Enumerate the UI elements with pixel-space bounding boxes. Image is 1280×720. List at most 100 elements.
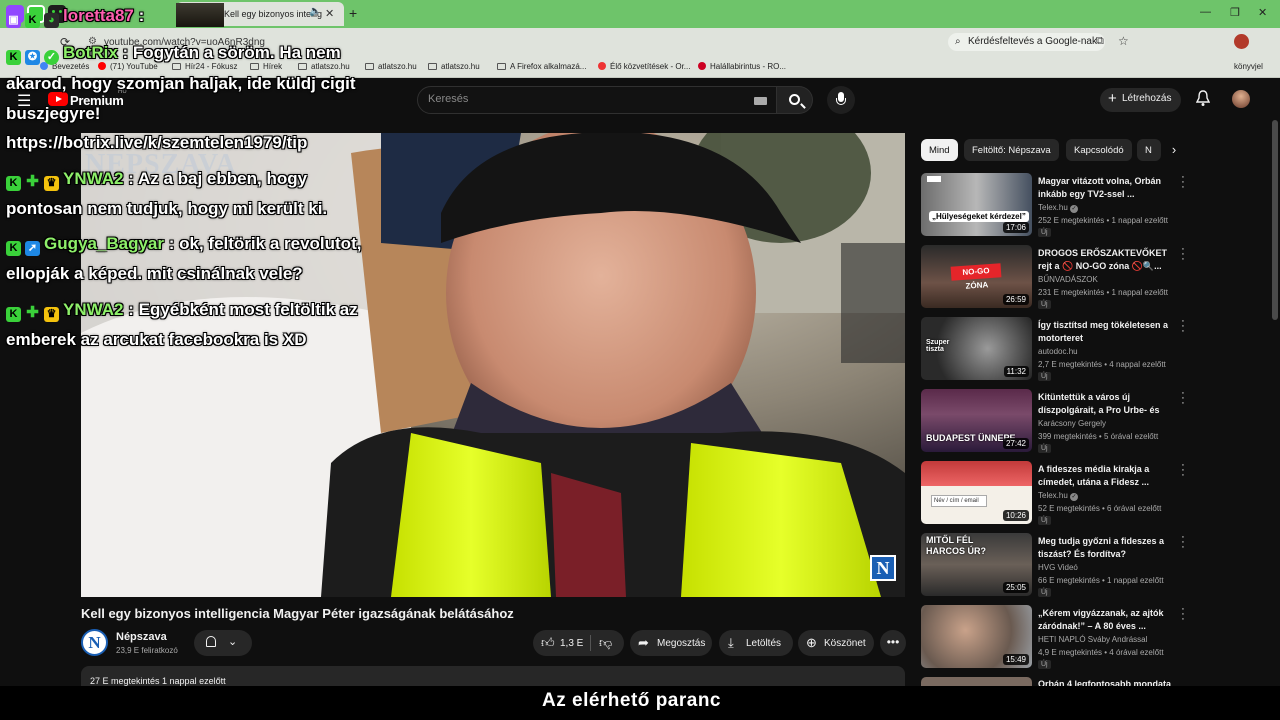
page-scrollbar[interactable] [1272,120,1278,320]
chat-text: buszjegyre! [6,104,101,123]
views-and-date: 27 E megtekintés 1 nappal ezelőtt [90,676,226,686]
rec-title[interactable]: Kitüntettük a város új díszpolgárait, a … [1038,391,1173,417]
thumbs-down-icon[interactable]: 👎︎ [599,635,612,651]
chat-username: YNWA2 [63,169,124,188]
chip-related[interactable]: Kapcsolódó [1066,139,1132,161]
minimize-icon[interactable]: — [1200,6,1211,18]
recommendation-item[interactable]: 15:49 „Kérem vigyázzanak, az ajtók záród… [921,604,1185,673]
rec-title[interactable]: DROGOS ERŐSZAKTEVŐKET rejt a 🚫 NO-GO zón… [1038,247,1173,272]
download-button[interactable]: ⤓ Letöltés [719,630,793,656]
create-button[interactable]: + Létrehozás [1100,88,1182,112]
recommendation-item[interactable]: MITŐL FÉL HARCOS ÚR? 25:05 Meg tudja győ… [921,532,1185,601]
voice-search-button[interactable] [827,86,855,114]
search-button[interactable] [777,86,813,114]
subscribed-bell-button[interactable]: ⌄ [194,630,252,656]
more-vert-icon[interactable]: ··· [1179,679,1181,686]
more-vert-icon[interactable]: ··· [1179,244,1187,265]
channel-avatar[interactable]: N [81,629,108,656]
bookmark-item[interactable]: Élő közvetítések - Or... [598,62,690,71]
bookmark-item[interactable]: Halállabirintus - RO... [698,62,786,71]
rec-title[interactable]: Magyar vitázott volna, Orbán inkább egy … [1038,175,1173,200]
rec-channel[interactable]: autodoc.hu [1038,347,1078,356]
more-actions-icon[interactable]: ••• [880,630,906,656]
star-bookmark-icon[interactable]: ☆ [1118,34,1129,48]
recommendation-item[interactable]: NO-GO ZÓNA 26:59 DROGOS ERŐSZAKTEVŐKET r… [921,244,1185,313]
video-duration: 15:49 [1002,654,1029,665]
chip-uploader[interactable]: Feltöltő: Népszava [964,139,1059,161]
verified-icon: ✓ [1070,205,1079,213]
recommendation-item[interactable]: Orbán 4 legfontosabb mondata ··· [921,677,1181,686]
share-button[interactable]: ➦ Megosztás [630,630,712,656]
video-thumbnail[interactable]: „Hülyeségeket kérdezel” 17:06 [921,173,1032,236]
install-app-icon[interactable]: ⧉ [1096,35,1104,48]
chat-link[interactable]: https://botrix.live/k/szemtelen1979/tip [6,133,307,153]
download-label: Letöltés [746,638,782,649]
kick-badge-icon: K [6,241,21,256]
video-thumbnail[interactable]: Szuper tiszta 11:32 [921,317,1032,380]
video-thumbnail[interactable]: NO-GO ZÓNA 26:59 [921,245,1032,308]
rec-title[interactable]: A fideszes média kirakja a címedet, után… [1038,463,1173,488]
chip-more[interactable]: N [1137,139,1161,161]
notifications-bell-icon[interactable] [1196,89,1210,107]
search-input[interactable] [428,93,748,105]
channel-name[interactable]: Népszava [116,631,167,643]
new-badge: Új [1038,660,1051,669]
more-vert-icon[interactable]: ··· [1179,388,1187,409]
video-thumbnail[interactable]: MITŐL FÉL HARCOS ÚR? 25:05 [921,533,1032,596]
recommendation-item[interactable]: „Hülyeségeket kérdezel” 17:06 Magyar vit… [921,172,1185,241]
chip-all[interactable]: Mind [921,139,958,161]
video-thumbnail[interactable]: Név / cím / email 10:26 [921,461,1032,524]
keyboard-icon[interactable] [754,97,767,105]
like-count[interactable]: 1,3 E [560,638,583,649]
share-icon: ➦ [638,635,649,650]
rec-title[interactable]: Meg tudja győzni a fideszes a tiszást? É… [1038,535,1173,560]
rec-title[interactable]: Így tisztítsd meg tökéletesen a motorter… [1038,319,1173,344]
verified-badge-icon: ✓ [44,50,59,65]
rec-channel[interactable]: HETI NAPLÓ Sváby Andrással [1038,635,1147,644]
chat-separator: : [138,6,145,25]
rec-channel[interactable]: Telex.hu ✓ [1038,203,1079,213]
more-vert-icon[interactable]: ··· [1179,532,1187,553]
user-avatar[interactable] [1232,90,1250,108]
video-thumbnail[interactable] [921,677,1032,686]
chat-text: ok, feltörik a revolutot, [179,234,362,253]
browser-profile-avatar[interactable] [1234,34,1249,49]
maximize-icon[interactable]: ❐ [1230,6,1240,19]
subscriber-count: 23,9 E feliratkozó [116,646,178,655]
chat-username: BotRix [63,43,118,62]
chat-message: K ✚ ♛ YNWA2 : Az a baj ebben, hogy [6,169,307,191]
recommendation-item[interactable]: Név / cím / email 10:26 A fideszes média… [921,460,1185,529]
ask-google-chip[interactable]: ⌕ Kérdésfeltevés a Google-nak [948,33,1105,51]
thanks-button[interactable]: ⊕ Köszönet [798,630,874,656]
like-divider [590,635,591,651]
plus-badge-icon: ✚ [26,304,39,321]
video-thumbnail[interactable]: 15:49 [921,605,1032,668]
chevron-right-icon[interactable]: › [1164,139,1184,161]
video-duration: 10:26 [1002,510,1029,521]
video-thumbnail[interactable]: BUDAPEST ÜNNEPE 27:42 [921,389,1032,452]
thumbnail-caption: NO-GO ZÓNA [950,263,1002,291]
bookmark-item[interactable]: A Firefox alkalmazá... [497,62,586,71]
search-icon [789,94,800,105]
recommendation-item[interactable]: BUDAPEST ÜNNEPE 27:42 Kitüntettük a váro… [921,388,1185,457]
search-box[interactable] [417,86,777,114]
bookmark-item[interactable]: könyvjel [1234,62,1263,71]
close-window-icon[interactable]: ✕ [1258,6,1267,19]
rec-channel[interactable]: Karácsony Gergely [1038,419,1106,428]
more-vert-icon[interactable]: ··· [1179,316,1187,337]
rec-channel[interactable]: Telex.hu ✓ [1038,491,1079,501]
more-vert-icon[interactable]: ··· [1179,172,1187,193]
rec-channel[interactable]: HVG Videó [1038,563,1078,572]
stream-chat-overlay: ▣ K ◕ loretta87 : K ✪ ✓ BotRix : Fogytán a sör… [0,0,470,360]
thumbnail-caption: Szuper tiszta [926,339,950,353]
more-vert-icon[interactable]: ··· [1179,604,1187,625]
rec-title[interactable]: Orbán 4 legfontosabb mondata [1038,678,1173,686]
thumbs-up-icon[interactable]: 👍︎ [541,635,555,651]
crown-badge-icon: ♛ [44,176,59,191]
thumbnail-caption: MITŐL FÉL HARCOS ÚR? [926,535,986,556]
rec-channel[interactable]: BŰNVADÁSZOK [1038,275,1098,284]
rec-title[interactable]: „Kérem vigyázzanak, az ajtók záródnak!” … [1038,607,1173,632]
more-vert-icon[interactable]: ··· [1179,460,1187,481]
recommendation-item[interactable]: Szuper tiszta 11:32 Így tisztítsd meg tö… [921,316,1185,385]
chat-username: YNWA2 [63,300,124,319]
